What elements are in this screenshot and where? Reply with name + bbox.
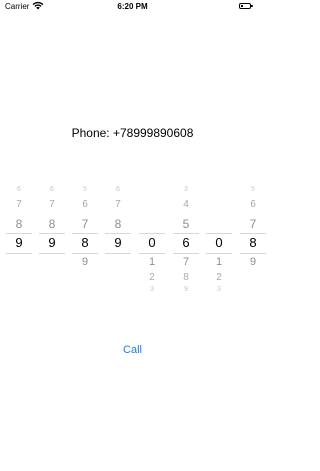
picker-digit: 5	[83, 186, 87, 193]
picker-selected-digit: 6	[182, 235, 190, 250]
picker-column-6[interactable]: 3 4 5 6 7 8 9	[171, 180, 201, 305]
picker-selected-digit: 9	[15, 235, 23, 250]
picker-digit: 7	[16, 199, 22, 210]
picker-digit: 3	[150, 286, 154, 293]
picker-digit: 7	[49, 199, 55, 210]
picker-digit: 3	[217, 286, 221, 293]
picker-digit: 3	[184, 186, 188, 193]
status-time: 6:20 PM	[117, 2, 148, 11]
picker-digit: 6	[17, 186, 21, 193]
picker-selected-digit: 0	[148, 235, 156, 250]
picker-column-8[interactable]: 5 6 7 8 9	[238, 180, 268, 305]
picker-selected-digit: 8	[249, 235, 257, 250]
battery-icon	[239, 3, 253, 9]
picker-digit: 6	[50, 186, 54, 193]
call-button[interactable]: Call	[0, 344, 265, 356]
picker-digit: 2	[149, 272, 155, 283]
picker-column-4[interactable]: 6 7 8 9	[103, 180, 133, 305]
picker-digit: 8	[183, 272, 189, 283]
picker-column-7[interactable]: 0 1 2 3	[204, 180, 234, 305]
picker-digit: 1	[148, 256, 156, 268]
picker-digit: 8	[114, 217, 122, 231]
picker-digit: 6	[250, 199, 256, 210]
picker-digit: 9	[184, 286, 188, 293]
picker-selected-digit: 0	[215, 235, 223, 250]
picker-column-5[interactable]: 0 1 2 3	[137, 180, 167, 305]
picker-digit: 5	[182, 217, 190, 231]
picker-digit: 9	[249, 256, 257, 268]
picker-digit: 2	[216, 272, 222, 283]
picker-digit: 4	[183, 199, 189, 210]
picker-selected-digit: 8	[81, 235, 89, 250]
picker-selected-digit: 9	[48, 235, 56, 250]
picker-digit: 7	[81, 217, 89, 231]
picker-selected-digit: 9	[114, 235, 122, 250]
picker-digit: 7	[182, 256, 190, 268]
picker-digit: 9	[81, 256, 89, 268]
picker-digit: 6	[116, 186, 120, 193]
picker-digit: 7	[115, 199, 121, 210]
status-bar: Carrier 6:20 PM	[0, 0, 265, 14]
digit-picker[interactable]: 6 7 8 9 6 7 8 9 5 6 7 8 9 6 7 8 9 0 1 2 …	[0, 180, 268, 305]
picker-column-2[interactable]: 6 7 8 9	[37, 180, 67, 305]
picker-digit: 8	[15, 217, 23, 231]
picker-digit: 7	[249, 217, 257, 231]
picker-digit: 6	[82, 199, 88, 210]
picker-digit: 1	[215, 256, 223, 268]
phone-number-label: Phone: +78999890608	[71, 126, 194, 140]
picker-digit: 8	[48, 217, 56, 231]
picker-column-1[interactable]: 6 7 8 9	[4, 180, 34, 305]
picker-column-3[interactable]: 5 6 7 8 9	[70, 180, 100, 305]
picker-digit: 5	[251, 186, 255, 193]
